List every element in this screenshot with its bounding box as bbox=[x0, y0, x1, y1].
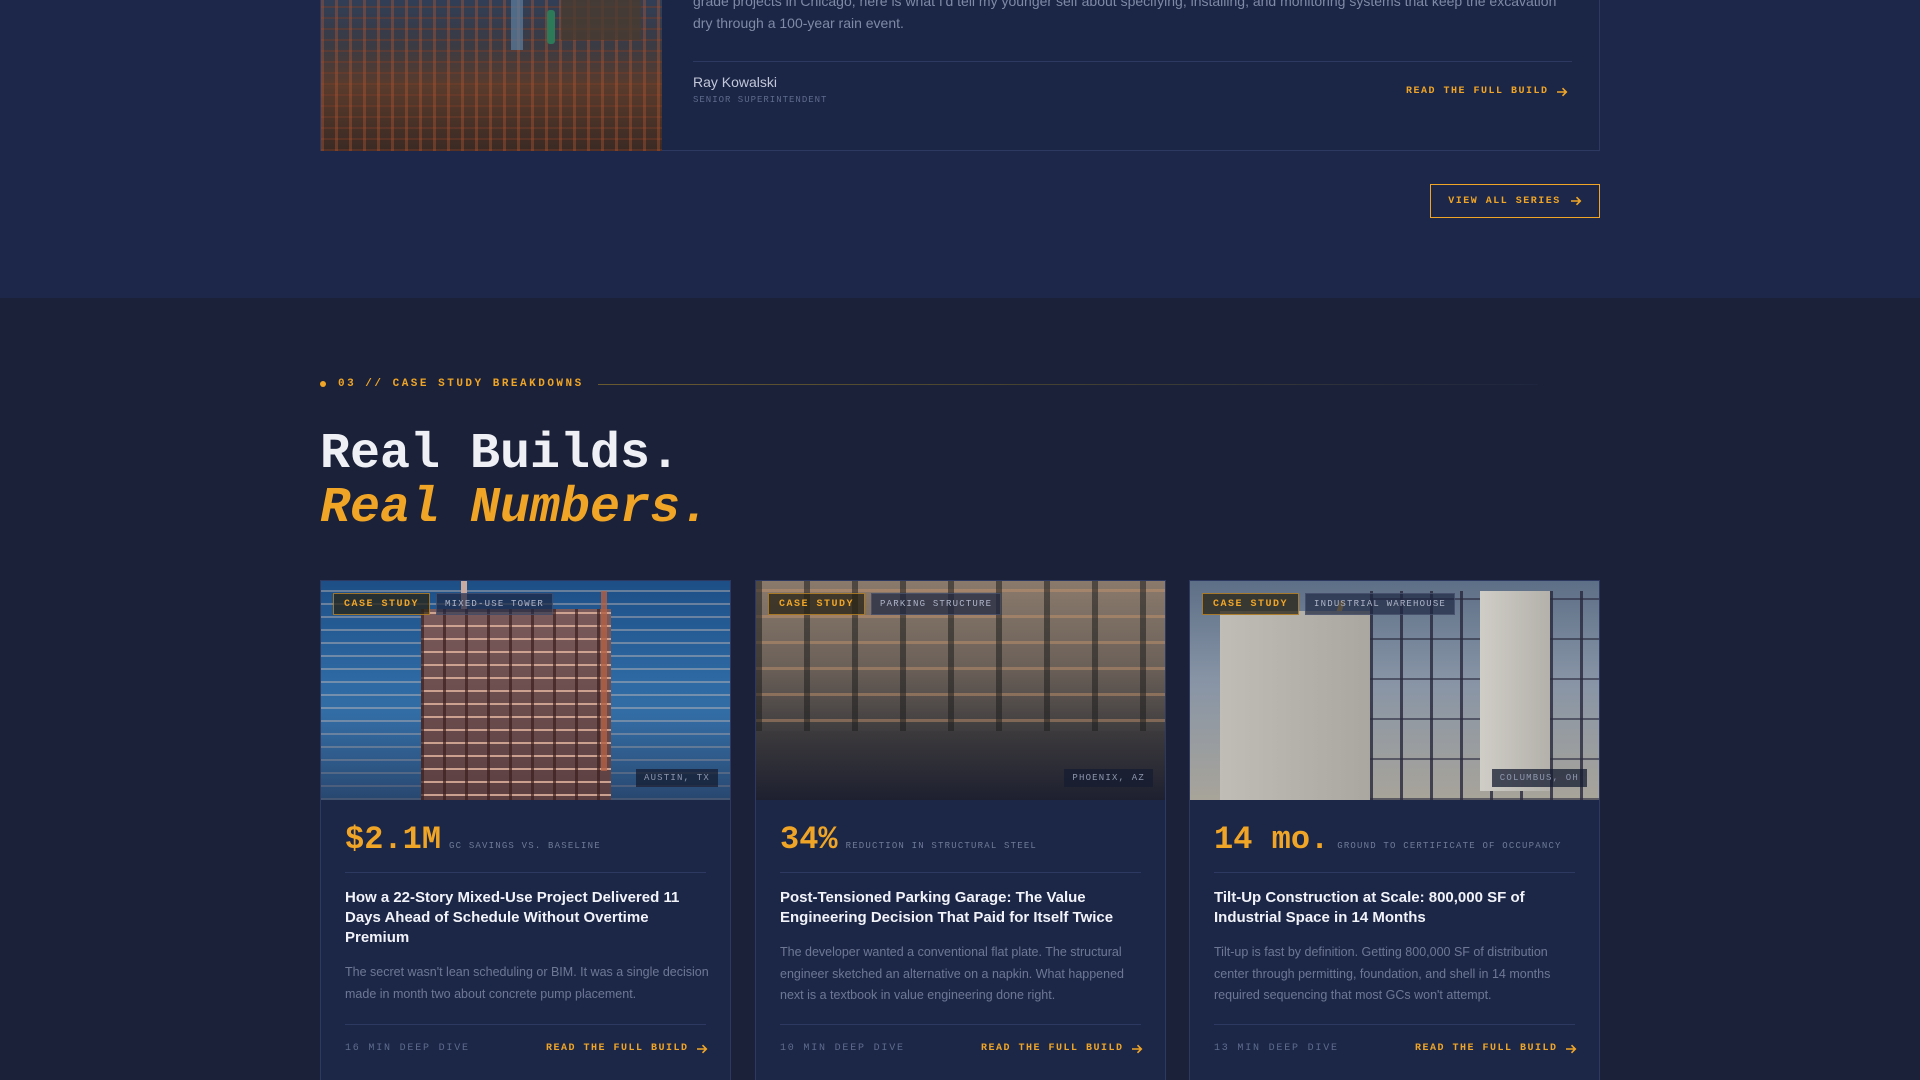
card-excerpt: Tilt-up is fast by definition. Getting 8… bbox=[1214, 945, 1551, 1002]
location-badge: AUSTIN, TX bbox=[635, 769, 718, 787]
card-read-link[interactable]: READ THE FULL BUILD bbox=[981, 1043, 1143, 1054]
section-eyebrow: 03 // CASE STUDY BREAKDOWNS bbox=[320, 378, 584, 390]
featured-article-image bbox=[321, 0, 662, 151]
eyebrow-rule bbox=[598, 384, 1538, 385]
card-divider bbox=[1214, 872, 1575, 873]
card-excerpt: The secret wasn't lean scheduling or BIM… bbox=[345, 965, 709, 1001]
author-role: SENIOR SUPERINTENDENT bbox=[693, 95, 828, 105]
card-title[interactable]: Tilt-Up Construction at Scale: 800,000 S… bbox=[1214, 888, 1579, 928]
stat-value: 14 mo. bbox=[1214, 821, 1330, 858]
stat-value: 34% bbox=[780, 821, 838, 858]
arrow-right-icon bbox=[1556, 87, 1567, 96]
featured-article-card[interactable]: grade projects in Chicago, here is what … bbox=[320, 0, 1600, 151]
case-study-tag: CASE STUDY bbox=[768, 593, 866, 615]
project-type-tag: MIXED-USE TOWER bbox=[436, 593, 554, 615]
location-badge: COLUMBUS, OH bbox=[1491, 769, 1587, 787]
stat-label: GC SAVINGS VS. BASELINE bbox=[449, 841, 601, 851]
case-study-tag: CASE STUDY bbox=[1202, 593, 1300, 615]
section-headline: Real Builds. bbox=[320, 426, 681, 483]
read-time: 13 MIN DEEP DIVE bbox=[1214, 1043, 1339, 1054]
card-divider bbox=[780, 872, 1141, 873]
case-study-card[interactable]: CASE STUDY PARKING STRUCTURE PHOENIX, AZ… bbox=[755, 580, 1166, 1080]
project-type-tag: INDUSTRIAL WAREHOUSE bbox=[1305, 593, 1456, 615]
read-time: 10 MIN DEEP DIVE bbox=[780, 1043, 905, 1054]
card-read-link[interactable]: READ THE FULL BUILD bbox=[546, 1043, 708, 1054]
arrow-right-icon bbox=[1131, 1044, 1142, 1053]
author-name: Ray Kowalski bbox=[693, 74, 778, 90]
card-excerpt: The developer wanted a conventional flat… bbox=[780, 945, 1124, 1002]
case-study-tag: CASE STUDY bbox=[333, 593, 431, 615]
stat-label: GROUND TO CERTIFICATE OF OCCUPANCY bbox=[1337, 841, 1562, 851]
read-time: 16 MIN DEEP DIVE bbox=[345, 1043, 470, 1054]
eyebrow-text: 03 // CASE STUDY BREAKDOWNS bbox=[338, 378, 584, 390]
card-footer-divider bbox=[1214, 1024, 1575, 1025]
featured-read-link[interactable]: READ THE FULL BUILD bbox=[1406, 86, 1568, 97]
stat-value: $2.1M bbox=[345, 821, 442, 858]
arrow-right-icon bbox=[1570, 196, 1582, 206]
card-divider bbox=[345, 872, 706, 873]
case-study-card[interactable]: CASE STUDY INDUSTRIAL WAREHOUSE COLUMBUS… bbox=[1189, 580, 1600, 1080]
arrow-right-icon bbox=[696, 1044, 707, 1053]
arrow-right-icon bbox=[1565, 1044, 1576, 1053]
section-headline-accent: Real Numbers. bbox=[320, 480, 711, 537]
case-study-card[interactable]: CASE STUDY MIXED-USE TOWER AUSTIN, TX $2… bbox=[320, 580, 731, 1080]
card-title[interactable]: How a 22-Story Mixed-Use Project Deliver… bbox=[345, 888, 710, 948]
read-link-label: READ THE FULL BUILD bbox=[981, 1043, 1124, 1054]
series-band: grade projects in Chicago, here is what … bbox=[0, 0, 1920, 298]
card-read-link[interactable]: READ THE FULL BUILD bbox=[1415, 1043, 1577, 1054]
project-type-tag: PARKING STRUCTURE bbox=[871, 593, 1002, 615]
view-all-label: VIEW ALL SERIES bbox=[1448, 195, 1561, 207]
stat-label: REDUCTION IN STRUCTURAL STEEL bbox=[845, 841, 1038, 851]
featured-divider bbox=[693, 61, 1572, 62]
card-title[interactable]: Post-Tensioned Parking Garage: The Value… bbox=[780, 888, 1145, 928]
location-badge: PHOENIX, AZ bbox=[1064, 769, 1153, 787]
card-footer-divider bbox=[780, 1024, 1141, 1025]
read-link-label: READ THE FULL BUILD bbox=[546, 1043, 689, 1054]
read-link-label: READ THE FULL BUILD bbox=[1415, 1043, 1558, 1054]
card-footer-divider bbox=[345, 1024, 706, 1025]
eyebrow-dot-icon bbox=[320, 381, 326, 387]
view-all-series-button[interactable]: VIEW ALL SERIES bbox=[1430, 184, 1600, 218]
featured-article-excerpt: grade projects in Chicago, here is what … bbox=[693, 0, 1557, 31]
read-link-label: READ THE FULL BUILD bbox=[1406, 86, 1549, 97]
